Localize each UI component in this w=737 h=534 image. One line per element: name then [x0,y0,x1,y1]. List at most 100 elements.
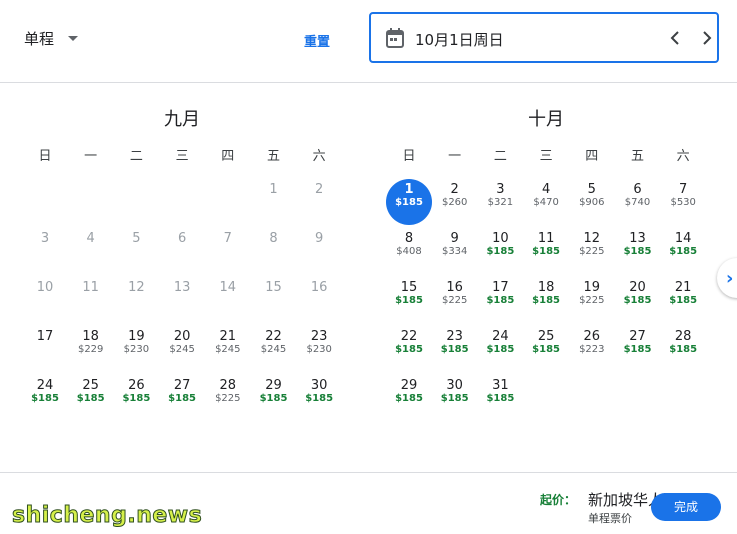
day-number: 6 [177,231,187,246]
day-cell[interactable]: 7 $530 [660,179,706,225]
day-cell[interactable]: 28 $185 [660,326,706,372]
day-cell[interactable]: 27 $185 [159,375,205,421]
reset-button[interactable]: 重置 [304,31,330,50]
chevron-left-icon [670,31,679,45]
day-cell[interactable]: 17 $185 [477,277,523,323]
day-cell: 10 [22,277,68,323]
day-cell[interactable]: 24 $185 [22,375,68,421]
day-price: $185 [623,246,652,257]
day-number: 9 [315,231,324,246]
day-cell[interactable]: 31 $185 [477,375,523,421]
day-price: $245 [215,344,241,355]
day-number: 11 [537,231,555,246]
day-price: $185 [395,344,423,355]
prev-date-button[interactable] [665,28,685,48]
day-cell[interactable]: 22 $185 [386,326,432,372]
day-cell: 11 [68,277,114,323]
day-price: $185 [669,246,698,257]
weekday-header: 六 [312,149,326,164]
day-number: 28 [674,329,692,344]
trip-type-dropdown[interactable]: 单程 [24,28,79,49]
next-date-button[interactable] [697,28,717,48]
day-cell: 12 [113,277,159,323]
day-cell[interactable]: 12 $225 [569,228,615,274]
day-number: 25 [537,329,555,344]
day-price: $260 [441,197,468,208]
day-price: $229 [77,344,104,355]
day-number: 26 [128,378,145,393]
day-cell[interactable]: 29 $185 [251,375,297,421]
day-price: $906 [579,197,605,208]
day-number: 19 [583,280,601,295]
day-cell[interactable]: 20 $245 [159,326,205,372]
day-cell[interactable]: 22 $245 [251,326,297,372]
day-cell[interactable]: 29 $185 [386,375,432,421]
day-cell[interactable]: 10 $185 [477,228,523,274]
done-button[interactable]: 完成 [651,493,721,521]
day-cell[interactable]: 4 $470 [523,179,569,225]
day-price: $230 [306,344,332,355]
day-price: $185 [669,344,698,355]
day-price: $185 [76,393,105,404]
day-cell[interactable]: 19 $230 [113,326,159,372]
weekday-header: 一 [84,149,98,164]
selected-day-cell[interactable]: 1 $185 [386,179,432,225]
day-price: $185 [532,344,561,355]
day-cell[interactable]: 19 $225 [569,277,615,323]
day-number: 7 [679,182,688,197]
day-cell: 3 [22,228,68,274]
day-cell[interactable]: 14 $185 [660,228,706,274]
date-field[interactable]: 10月1日周日 [369,12,719,63]
day-number: 14 [219,280,237,295]
weekday-header: 三 [539,149,553,164]
day-price: $185 [669,295,698,306]
day-number: 22 [400,329,418,344]
day-cell[interactable]: 2 $260 [432,179,478,225]
day-cell[interactable]: 30 $185 [432,375,478,421]
day-cell[interactable]: 28 $225 [205,375,251,421]
day-cell[interactable]: 24 $185 [477,326,523,372]
day-price: $245 [260,344,287,355]
day-cell[interactable]: 13 $185 [615,228,661,274]
day-cell[interactable]: 5 $906 [569,179,615,225]
day-cell[interactable]: 30 $185 [296,375,342,421]
day-price: $185 [31,393,59,404]
day-cell[interactable]: 26 $223 [569,326,615,372]
next-month-button[interactable]: › [717,258,737,298]
day-number: 3 [496,182,505,197]
day-number: 12 [583,231,601,246]
day-number: 27 [629,329,646,344]
chevron-right-icon: › [726,268,734,289]
day-cell[interactable]: 18 $229 [68,326,114,372]
day-cell[interactable]: 27 $185 [615,326,661,372]
day-cell[interactable]: 17 [22,326,68,372]
day-number: 1 [269,182,278,197]
day-cell[interactable]: 11 $185 [523,228,569,274]
day-cell[interactable]: 18 $185 [523,277,569,323]
day-cell[interactable]: 21 $185 [660,277,706,323]
weekday-header: 五 [630,149,644,164]
day-cell[interactable]: 21 $245 [205,326,251,372]
day-cell[interactable]: 3 $321 [477,179,523,225]
day-cell[interactable]: 20 $185 [615,277,661,323]
day-price: $223 [579,344,605,355]
day-cell[interactable]: 9 $334 [432,228,478,274]
day-cell[interactable]: 15 $185 [386,277,432,323]
day-cell[interactable]: 25 $185 [68,375,114,421]
day-cell[interactable]: 26 $185 [113,375,159,421]
day-cell[interactable]: 16 $225 [432,277,478,323]
watermark-site: shicheng.news [11,503,203,529]
day-cell[interactable]: 23 $185 [432,326,478,372]
day-cell[interactable]: 6 $740 [615,179,661,225]
day-price: $225 [579,295,605,306]
day-cell[interactable]: 25 $185 [523,326,569,372]
day-price: $740 [624,197,651,208]
day-cell[interactable]: 23 $230 [296,326,342,372]
day-number: 7 [223,231,232,246]
day-number: 5 [132,231,141,246]
day-number: 22 [265,329,282,344]
day-number: 21 [674,280,692,295]
day-cell[interactable]: 8 $408 [386,228,432,274]
day-number: 15 [400,280,418,295]
day-price: $185 [440,393,469,404]
